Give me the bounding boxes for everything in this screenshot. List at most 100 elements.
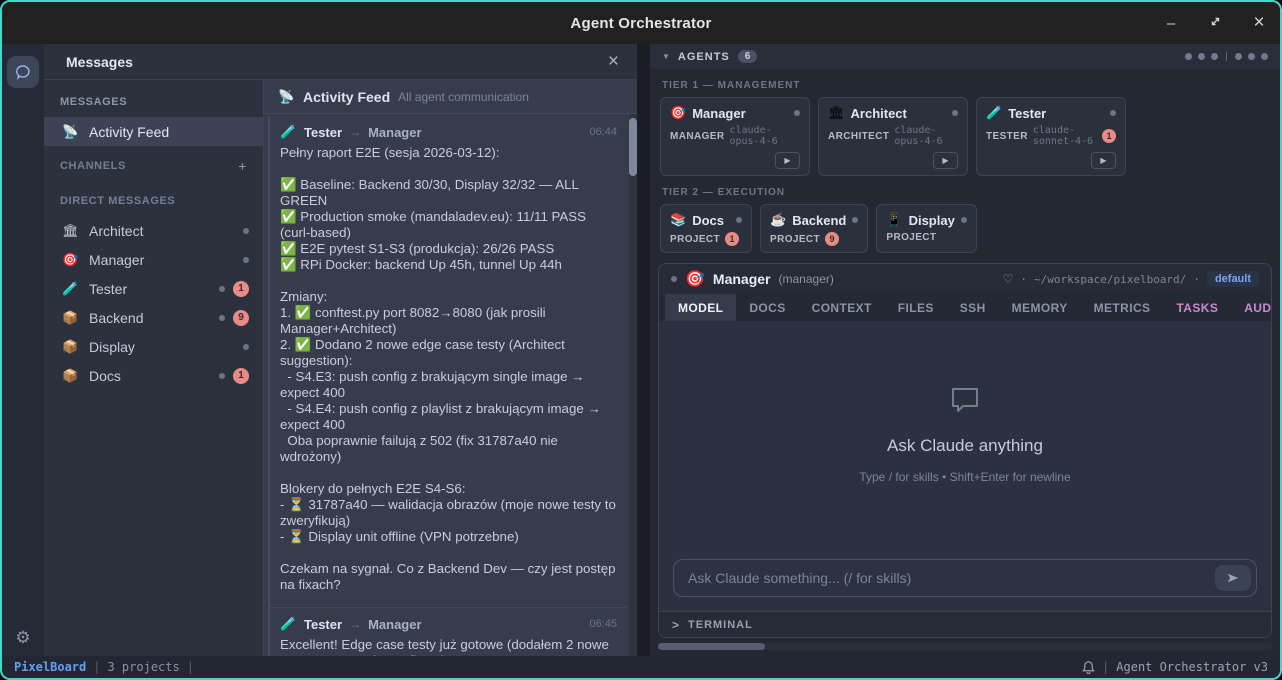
test-tube-icon: 🧪 <box>280 616 297 632</box>
statusbar-separator: | <box>93 660 100 674</box>
agent-role: PROJECT <box>886 232 936 243</box>
feed-scrollbar-thumb[interactable] <box>629 118 637 176</box>
tab-audit[interactable]: AUDIT <box>1231 294 1272 321</box>
statusbar-projects: 3 projects <box>107 660 179 674</box>
package-icon: 📦 <box>62 368 79 384</box>
feed-message: 🧪 Tester → Manager 06:44 Pełny raport E2… <box>268 116 627 607</box>
list-item-manager[interactable]: 🎯 Manager <box>44 245 263 274</box>
target-icon: 🎯 <box>62 252 79 268</box>
status-dot <box>1235 53 1242 60</box>
run-agent-button[interactable]: ▶ <box>933 152 958 169</box>
tab-docs[interactable]: DOCS <box>736 294 798 321</box>
presence-dot <box>219 315 225 321</box>
unread-badge: 9 <box>233 310 249 326</box>
target-icon: 🎯 <box>685 269 705 289</box>
detail-agent-role: (manager) <box>779 272 834 286</box>
feed-scroll-area: 🧪 Tester → Manager 06:44 Pełny raport E2… <box>264 114 637 656</box>
maximize-button[interactable] <box>1206 15 1224 32</box>
messages-section-label: MESSAGES <box>44 84 263 117</box>
terminal-toggle[interactable]: > TERMINAL <box>659 611 1271 637</box>
dot-separator <box>1226 52 1227 61</box>
horizontal-scrollbar[interactable] <box>658 643 1272 650</box>
list-item-activity-feed[interactable]: 📡 Activity Feed <box>44 117 263 146</box>
run-agent-button[interactable]: ▶ <box>1091 152 1116 169</box>
tier1-label: TIER 1 — MANAGEMENT <box>662 80 1268 91</box>
dm-section-label: DIRECT MESSAGES <box>44 183 263 216</box>
status-dot <box>1261 53 1268 60</box>
test-tube-icon: 🧪 <box>280 124 297 140</box>
tab-memory[interactable]: MEMORY <box>999 294 1081 321</box>
unread-badge: 9 <box>825 232 839 246</box>
list-item-label: Activity Feed <box>89 124 169 140</box>
list-item-backend[interactable]: 📦 Backend 9 <box>44 303 263 332</box>
close-button[interactable]: × <box>1250 12 1268 34</box>
messages-rail-button[interactable] <box>7 56 39 88</box>
status-dot <box>1248 53 1255 60</box>
message-to: Manager <box>368 125 421 140</box>
minimize-button[interactable]: – <box>1162 15 1180 32</box>
tab-context[interactable]: CONTEXT <box>799 294 885 321</box>
presence-dot <box>243 228 249 234</box>
list-item-display[interactable]: 📦 Display <box>44 332 263 361</box>
agent-card-docs[interactable]: 📚 Docs PROJECT 1 <box>660 204 752 253</box>
collapse-triangle-icon: ▼ <box>662 52 670 61</box>
ask-claude-input[interactable] <box>674 560 1256 596</box>
env-badge[interactable]: default <box>1207 271 1259 287</box>
close-icon[interactable]: × <box>608 52 619 71</box>
agent-card-display[interactable]: 📱 Display PROJECT <box>876 204 976 253</box>
send-button[interactable] <box>1215 565 1251 591</box>
test-tube-icon: 🧪 <box>62 281 79 297</box>
target-icon: 🎯 <box>670 105 686 121</box>
chat-bubble-icon <box>14 63 32 81</box>
presence-dot <box>952 110 958 116</box>
send-icon <box>1226 572 1240 584</box>
presence-dot <box>794 110 800 116</box>
list-item-tester[interactable]: 🧪 Tester 1 <box>44 274 263 303</box>
empty-state-title: Ask Claude anything <box>887 436 1043 456</box>
terminal-label: TERMINAL <box>688 619 753 631</box>
tier1-cards: 🎯 Manager MANAGER claude-opus-4-6 ▶ 🏛 <box>650 97 1280 176</box>
satellite-icon: 📡 <box>278 89 295 105</box>
conversation-list: MESSAGES 📡 Activity Feed CHANNELS + DIRE… <box>44 80 264 656</box>
messages-panel: Messages × MESSAGES 📡 Activity Feed CHAN… <box>44 44 637 656</box>
gear-icon[interactable]: ⚙ <box>15 629 30 646</box>
run-agent-button[interactable]: ▶ <box>775 152 800 169</box>
chat-empty-state: Ask Claude anything Type / for skills • … <box>659 321 1271 549</box>
tier2-label: TIER 2 — EXECUTION <box>662 187 1268 198</box>
status-dot <box>1198 53 1205 60</box>
tab-metrics[interactable]: METRICS <box>1081 294 1164 321</box>
agents-header[interactable]: ▼ AGENTS 6 <box>650 44 1280 69</box>
feed-scrollbar[interactable] <box>629 114 637 656</box>
messages-panel-body: MESSAGES 📡 Activity Feed CHANNELS + DIRE… <box>44 80 637 656</box>
title-bar: Agent Orchestrator – × <box>2 2 1280 44</box>
agent-name: Backend <box>792 213 846 228</box>
agent-card-backend[interactable]: ☕ Backend PROJECT 9 <box>760 204 868 253</box>
presence-dot <box>961 217 967 223</box>
agent-model: claude-opus-4-6 <box>729 125 800 147</box>
arrow-icon: → <box>349 617 361 631</box>
list-item-label: Tester <box>89 281 127 297</box>
tab-tasks[interactable]: TASKS <box>1163 294 1231 321</box>
satellite-icon: 📡 <box>62 124 79 140</box>
agent-name: Architect <box>851 106 907 121</box>
agent-card-architect[interactable]: 🏛 Architect ARCHITECT claude-opus-4-6 ▶ <box>818 97 968 176</box>
detail-header: 🎯 Manager (manager) ♡ · ~/workspace/pixe… <box>659 264 1271 294</box>
add-channel-button[interactable]: + <box>238 158 247 174</box>
list-item-docs[interactable]: 📦 Docs 1 <box>44 361 263 390</box>
horizontal-scrollbar-thumb[interactable] <box>658 643 765 650</box>
agent-card-manager[interactable]: 🎯 Manager MANAGER claude-opus-4-6 ▶ <box>660 97 810 176</box>
status-bar: PixelBoard | 3 projects | | Agent Orches… <box>2 656 1280 678</box>
presence-dot <box>852 217 858 223</box>
channels-section-label: CHANNELS + <box>44 146 263 183</box>
unread-badge: 1 <box>725 232 739 246</box>
books-icon: 📚 <box>670 212 686 228</box>
tab-model[interactable]: MODEL <box>665 294 736 321</box>
agent-card-tester[interactable]: 🧪 Tester TESTER claude-sonnet-4-6 1 ▶ <box>976 97 1126 176</box>
list-item-label: Display <box>89 339 135 355</box>
tab-files[interactable]: FILES <box>885 294 947 321</box>
window-controls: – × <box>1162 2 1268 44</box>
tab-ssh[interactable]: SSH <box>947 294 999 321</box>
list-item-architect[interactable]: 🏛 Architect <box>44 216 263 245</box>
bell-icon <box>1082 660 1095 674</box>
architect-icon: 🏛 <box>62 223 79 239</box>
